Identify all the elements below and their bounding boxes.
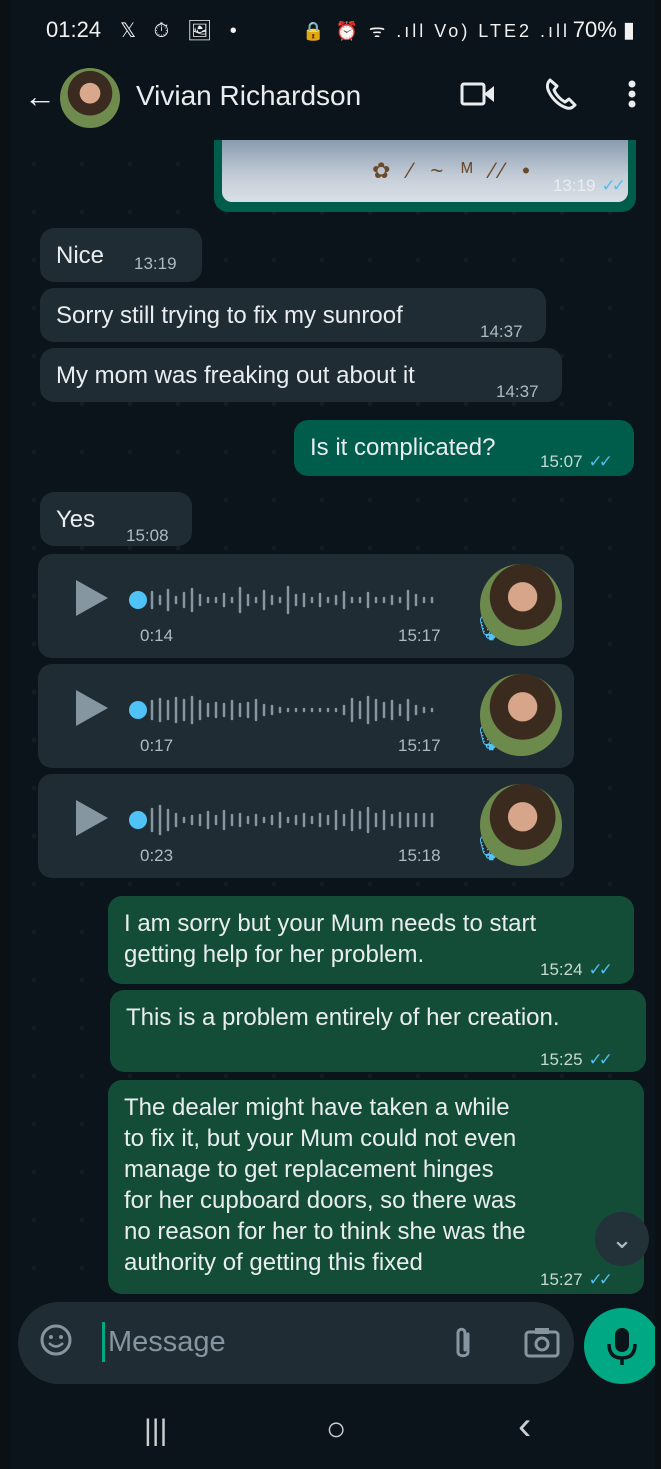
incoming-message[interactable]: Yes 15:08 bbox=[40, 492, 192, 546]
message-text: Is it complicated? bbox=[310, 434, 496, 461]
waveform bbox=[150, 695, 434, 725]
message-text: My mom was freaking out about it bbox=[56, 362, 415, 389]
playback-scrubber[interactable] bbox=[129, 811, 147, 829]
message-text: Sorry still trying to fix my sunroof bbox=[56, 302, 403, 329]
sender-avatar bbox=[480, 784, 562, 866]
play-icon[interactable] bbox=[76, 690, 108, 726]
recents-button[interactable]: ||| bbox=[144, 1414, 167, 1448]
outgoing-message[interactable]: The dealer might have taken a while to f… bbox=[108, 1080, 644, 1294]
voice-message[interactable]: 0:17 15:17 🎙 bbox=[38, 664, 574, 768]
sticker-icon[interactable] bbox=[38, 1322, 74, 1358]
message-text: This is a problem entirely of her creati… bbox=[126, 1004, 560, 1031]
status-time: 01:24 bbox=[46, 17, 102, 42]
voice-duration: 0:17 bbox=[140, 736, 174, 755]
camera-icon[interactable] bbox=[522, 1322, 562, 1362]
waveform bbox=[150, 585, 434, 615]
voice-duration: 0:23 bbox=[140, 846, 174, 865]
message-time: 15:25 ✓✓ bbox=[540, 1050, 613, 1069]
battery-level: 70% ▮ bbox=[572, 17, 635, 42]
sender-avatar bbox=[480, 564, 562, 646]
message-time: 15:18 bbox=[398, 846, 441, 865]
phone-icon[interactable] bbox=[540, 74, 580, 114]
microphone-icon bbox=[607, 1328, 637, 1365]
video-call-icon[interactable] bbox=[458, 74, 498, 114]
message-time: 15:17 bbox=[398, 736, 441, 755]
incoming-message[interactable]: Nice 13:19 bbox=[40, 228, 202, 282]
outgoing-message[interactable]: I am sorry but your Mum needs to start g… bbox=[108, 896, 634, 984]
message-time: 15:27 ✓✓ bbox=[540, 1270, 613, 1289]
message-time: 15:17 bbox=[398, 626, 441, 645]
paperclip-icon[interactable] bbox=[448, 1324, 478, 1364]
message-text: Nice bbox=[56, 242, 105, 269]
playback-scrubber[interactable] bbox=[129, 591, 147, 609]
message-time: 14:37 bbox=[480, 322, 523, 341]
incoming-message[interactable]: My mom was freaking out about it 14:37 bbox=[40, 348, 562, 402]
home-button[interactable]: ○ bbox=[326, 1410, 347, 1449]
voice-record-button[interactable] bbox=[584, 1308, 655, 1384]
contact-name[interactable]: Vivian Richardson bbox=[136, 80, 361, 112]
waveform bbox=[150, 804, 434, 836]
play-icon[interactable] bbox=[76, 580, 108, 616]
text-cursor bbox=[102, 1322, 105, 1362]
kebab-menu-icon[interactable] bbox=[622, 74, 642, 114]
message-list[interactable]: ✿ ⁄ ~ ᴹ ⁄⁄ • 13:19 ✓✓ Nice 13:19 Sorry st… bbox=[10, 140, 655, 1300]
image-content: ✿ ⁄ ~ ᴹ ⁄⁄ • bbox=[372, 158, 536, 183]
message-time: 15:07 ✓✓ bbox=[540, 452, 613, 471]
message-text: Yes bbox=[56, 506, 96, 533]
system-back-button[interactable]: ‹ bbox=[518, 1404, 531, 1449]
outgoing-message[interactable]: This is a problem entirely of her creati… bbox=[110, 990, 646, 1072]
status-bar: 01:24 𝕏 ⏱ 🖼 • 🔒 ⏰ ᯤ .ıll Vo) LTE2 .ıll 7… bbox=[10, 0, 655, 60]
voice-message[interactable]: 0:14 15:17 🎙 bbox=[38, 554, 574, 658]
incoming-message[interactable]: Sorry still trying to fix my sunroof 14:… bbox=[40, 288, 546, 342]
scroll-down-button[interactable]: ⌄ bbox=[595, 1212, 649, 1266]
signal-icons: 🔒 ⏰ ᯤ .ıll Vo) LTE2 .ıll bbox=[302, 21, 570, 41]
compose-bar bbox=[18, 1302, 574, 1384]
voice-duration: 0:14 bbox=[140, 626, 174, 645]
image-message[interactable]: ✿ ⁄ ~ ᴹ ⁄⁄ • 13:19 ✓✓ bbox=[214, 140, 636, 212]
sender-avatar bbox=[480, 674, 562, 756]
chat-header: ← Vivian Richardson bbox=[10, 60, 655, 140]
message-time: 15:08 bbox=[126, 526, 169, 545]
message-time: 15:24 ✓✓ bbox=[540, 960, 613, 979]
playback-scrubber[interactable] bbox=[129, 701, 147, 719]
system-nav-bar: ||| ○ ‹ bbox=[10, 1396, 655, 1469]
phone-screen: 01:24 𝕏 ⏱ 🖼 • 🔒 ⏰ ᯤ .ıll Vo) LTE2 .ıll 7… bbox=[10, 0, 655, 1469]
message-time: 13:19 ✓✓ bbox=[552, 176, 626, 195]
message-time: 14:37 bbox=[496, 382, 539, 401]
message-input[interactable] bbox=[106, 1318, 410, 1366]
back-arrow-icon[interactable]: ← bbox=[24, 78, 56, 115]
notification-icons: 𝕏 ⏱ 🖼 • bbox=[120, 20, 243, 42]
contact-avatar[interactable] bbox=[60, 68, 120, 128]
message-text: I am sorry but your Mum needs to start g… bbox=[124, 910, 537, 968]
message-time: 13:19 bbox=[134, 254, 177, 273]
message-text: The dealer might have taken a while to f… bbox=[124, 1094, 526, 1276]
outgoing-message[interactable]: Is it complicated? 15:07 ✓✓ bbox=[294, 420, 634, 476]
voice-message[interactable]: 0:23 15:18 🎙 bbox=[38, 774, 574, 878]
play-icon[interactable] bbox=[76, 800, 108, 836]
